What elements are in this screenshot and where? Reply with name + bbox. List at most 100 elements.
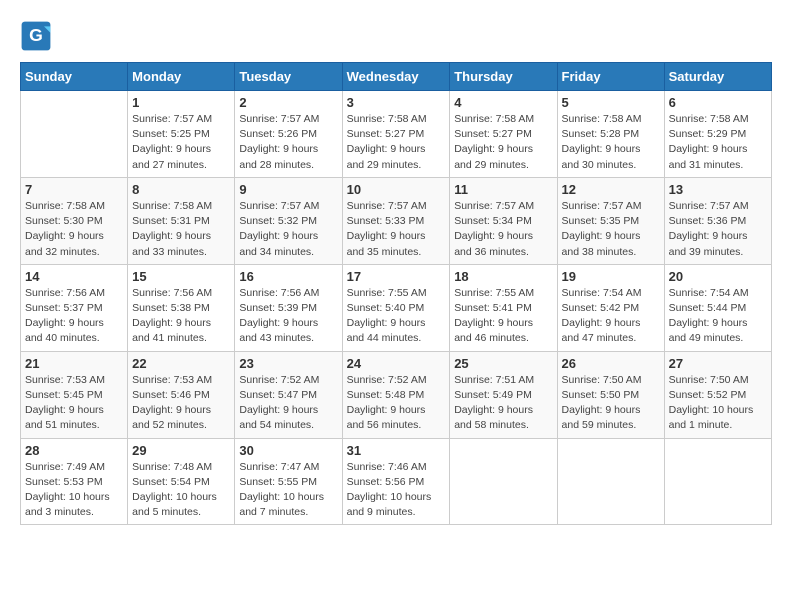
day-info: Sunrise: 7:55 AM Sunset: 5:41 PM Dayligh…	[454, 286, 552, 347]
day-info: Sunrise: 7:50 AM Sunset: 5:50 PM Dayligh…	[562, 373, 660, 434]
day-info: Sunrise: 7:57 AM Sunset: 5:26 PM Dayligh…	[239, 112, 337, 173]
day-number: 30	[239, 443, 337, 458]
day-info: Sunrise: 7:53 AM Sunset: 5:45 PM Dayligh…	[25, 373, 123, 434]
day-info: Sunrise: 7:54 AM Sunset: 5:42 PM Dayligh…	[562, 286, 660, 347]
day-number: 31	[347, 443, 446, 458]
calendar-cell: 25 Sunrise: 7:51 AM Sunset: 5:49 PM Dayli…	[450, 351, 557, 438]
day-info: Sunrise: 7:52 AM Sunset: 5:48 PM Dayligh…	[347, 373, 446, 434]
calendar-cell: 7 Sunrise: 7:58 AM Sunset: 5:30 PM Daylig…	[21, 177, 128, 264]
day-info: Sunrise: 7:57 AM Sunset: 5:25 PM Dayligh…	[132, 112, 230, 173]
calendar-cell	[21, 91, 128, 178]
day-info: Sunrise: 7:47 AM Sunset: 5:55 PM Dayligh…	[239, 460, 337, 521]
weekday-header-tuesday: Tuesday	[235, 63, 342, 91]
calendar-cell: 8Sunrise: 7:58 AM Sunset: 5:31 PM Daylig…	[128, 177, 235, 264]
calendar-cell: 22 Sunrise: 7:53 AM Sunset: 5:46 PM Dayli…	[128, 351, 235, 438]
day-info: Sunrise: 7:50 AM Sunset: 5:52 PM Dayligh…	[669, 373, 767, 434]
calendar-cell: 29 Sunrise: 7:48 AM Sunset: 5:54 PM Dayli…	[128, 438, 235, 525]
day-info: Sunrise: 7:49 AM Sunset: 5:53 PM Dayligh…	[25, 460, 123, 521]
day-info: Sunrise: 7:56 AM Sunset: 5:37 PM Dayligh…	[25, 286, 123, 347]
day-number: 24	[347, 356, 446, 371]
day-number: 13	[669, 182, 767, 197]
weekday-header-wednesday: Wednesday	[342, 63, 450, 91]
day-info: Sunrise: 7:56 AM Sunset: 5:38 PM Dayligh…	[132, 286, 230, 347]
day-number: 5	[562, 95, 660, 110]
day-number: 23	[239, 356, 337, 371]
calendar-cell: 16 Sunrise: 7:56 AM Sunset: 5:39 PM Dayli…	[235, 264, 342, 351]
calendar-cell: 24 Sunrise: 7:52 AM Sunset: 5:48 PM Dayli…	[342, 351, 450, 438]
calendar-cell: 6 Sunrise: 7:58 AM Sunset: 5:29 PM Daylig…	[664, 91, 771, 178]
day-number: 16	[239, 269, 337, 284]
calendar-header-row: SundayMondayTuesdayWednesdayThursdayFrid…	[21, 63, 772, 91]
day-info: Sunrise: 7:57 AM Sunset: 5:35 PM Dayligh…	[562, 199, 660, 260]
weekday-header-friday: Friday	[557, 63, 664, 91]
day-number: 25	[454, 356, 552, 371]
day-number: 2	[239, 95, 337, 110]
calendar-cell: 14 Sunrise: 7:56 AM Sunset: 5:37 PM Dayli…	[21, 264, 128, 351]
calendar-week-row: 28 Sunrise: 7:49 AM Sunset: 5:53 PM Dayli…	[21, 438, 772, 525]
calendar-cell: 3 Sunrise: 7:58 AM Sunset: 5:27 PM Daylig…	[342, 91, 450, 178]
day-info: Sunrise: 7:54 AM Sunset: 5:44 PM Dayligh…	[669, 286, 767, 347]
calendar-cell: 17Sunrise: 7:55 AM Sunset: 5:40 PM Dayli…	[342, 264, 450, 351]
day-info: Sunrise: 7:52 AM Sunset: 5:47 PM Dayligh…	[239, 373, 337, 434]
day-info: Sunrise: 7:58 AM Sunset: 5:28 PM Dayligh…	[562, 112, 660, 173]
calendar-week-row: 14 Sunrise: 7:56 AM Sunset: 5:37 PM Dayli…	[21, 264, 772, 351]
day-number: 20	[669, 269, 767, 284]
day-number: 21	[25, 356, 123, 371]
calendar-cell: 30 Sunrise: 7:47 AM Sunset: 5:55 PM Dayli…	[235, 438, 342, 525]
calendar-table: SundayMondayTuesdayWednesdayThursdayFrid…	[20, 62, 772, 525]
logo-icon: G	[20, 20, 52, 52]
day-info: Sunrise: 7:58 AM Sunset: 5:27 PM Dayligh…	[347, 112, 446, 173]
calendar-cell: 9Sunrise: 7:57 AM Sunset: 5:32 PM Daylig…	[235, 177, 342, 264]
day-info: Sunrise: 7:57 AM Sunset: 5:33 PM Dayligh…	[347, 199, 446, 260]
calendar-cell	[450, 438, 557, 525]
day-number: 22	[132, 356, 230, 371]
day-number: 7	[25, 182, 123, 197]
day-info: Sunrise: 7:53 AM Sunset: 5:46 PM Dayligh…	[132, 373, 230, 434]
calendar-cell	[557, 438, 664, 525]
day-number: 11	[454, 182, 552, 197]
weekday-header-saturday: Saturday	[664, 63, 771, 91]
calendar-cell: 1 Sunrise: 7:57 AM Sunset: 5:25 PM Daylig…	[128, 91, 235, 178]
day-number: 17	[347, 269, 446, 284]
day-number: 26	[562, 356, 660, 371]
calendar-cell: 19 Sunrise: 7:54 AM Sunset: 5:42 PM Dayli…	[557, 264, 664, 351]
calendar-cell: 4Sunrise: 7:58 AM Sunset: 5:27 PM Daylig…	[450, 91, 557, 178]
day-number: 14	[25, 269, 123, 284]
calendar-cell: 12 Sunrise: 7:57 AM Sunset: 5:35 PM Dayli…	[557, 177, 664, 264]
day-number: 8	[132, 182, 230, 197]
day-number: 28	[25, 443, 123, 458]
day-info: Sunrise: 7:51 AM Sunset: 5:49 PM Dayligh…	[454, 373, 552, 434]
calendar-week-row: 7 Sunrise: 7:58 AM Sunset: 5:30 PM Daylig…	[21, 177, 772, 264]
calendar-cell: 18Sunrise: 7:55 AM Sunset: 5:41 PM Dayli…	[450, 264, 557, 351]
logo: G	[20, 20, 56, 52]
calendar-cell: 15Sunrise: 7:56 AM Sunset: 5:38 PM Dayli…	[128, 264, 235, 351]
day-number: 29	[132, 443, 230, 458]
calendar-body: 1 Sunrise: 7:57 AM Sunset: 5:25 PM Daylig…	[21, 91, 772, 525]
weekday-header-thursday: Thursday	[450, 63, 557, 91]
page-header: G	[20, 20, 772, 52]
day-number: 12	[562, 182, 660, 197]
day-number: 19	[562, 269, 660, 284]
day-info: Sunrise: 7:48 AM Sunset: 5:54 PM Dayligh…	[132, 460, 230, 521]
calendar-week-row: 1 Sunrise: 7:57 AM Sunset: 5:25 PM Daylig…	[21, 91, 772, 178]
day-number: 1	[132, 95, 230, 110]
calendar-cell: 27Sunrise: 7:50 AM Sunset: 5:52 PM Dayli…	[664, 351, 771, 438]
day-number: 9	[239, 182, 337, 197]
calendar-cell: 28 Sunrise: 7:49 AM Sunset: 5:53 PM Dayli…	[21, 438, 128, 525]
calendar-cell: 11Sunrise: 7:57 AM Sunset: 5:34 PM Dayli…	[450, 177, 557, 264]
day-number: 6	[669, 95, 767, 110]
calendar-cell: 20 Sunrise: 7:54 AM Sunset: 5:44 PM Dayli…	[664, 264, 771, 351]
day-info: Sunrise: 7:56 AM Sunset: 5:39 PM Dayligh…	[239, 286, 337, 347]
day-info: Sunrise: 7:58 AM Sunset: 5:27 PM Dayligh…	[454, 112, 552, 173]
calendar-cell: 31Sunrise: 7:46 AM Sunset: 5:56 PM Dayli…	[342, 438, 450, 525]
weekday-header-sunday: Sunday	[21, 63, 128, 91]
day-info: Sunrise: 7:57 AM Sunset: 5:36 PM Dayligh…	[669, 199, 767, 260]
calendar-cell: 10 Sunrise: 7:57 AM Sunset: 5:33 PM Dayli…	[342, 177, 450, 264]
day-number: 3	[347, 95, 446, 110]
day-info: Sunrise: 7:58 AM Sunset: 5:29 PM Dayligh…	[669, 112, 767, 173]
day-info: Sunrise: 7:58 AM Sunset: 5:30 PM Dayligh…	[25, 199, 123, 260]
day-number: 10	[347, 182, 446, 197]
weekday-header-monday: Monday	[128, 63, 235, 91]
calendar-cell	[664, 438, 771, 525]
calendar-cell: 21 Sunrise: 7:53 AM Sunset: 5:45 PM Dayli…	[21, 351, 128, 438]
